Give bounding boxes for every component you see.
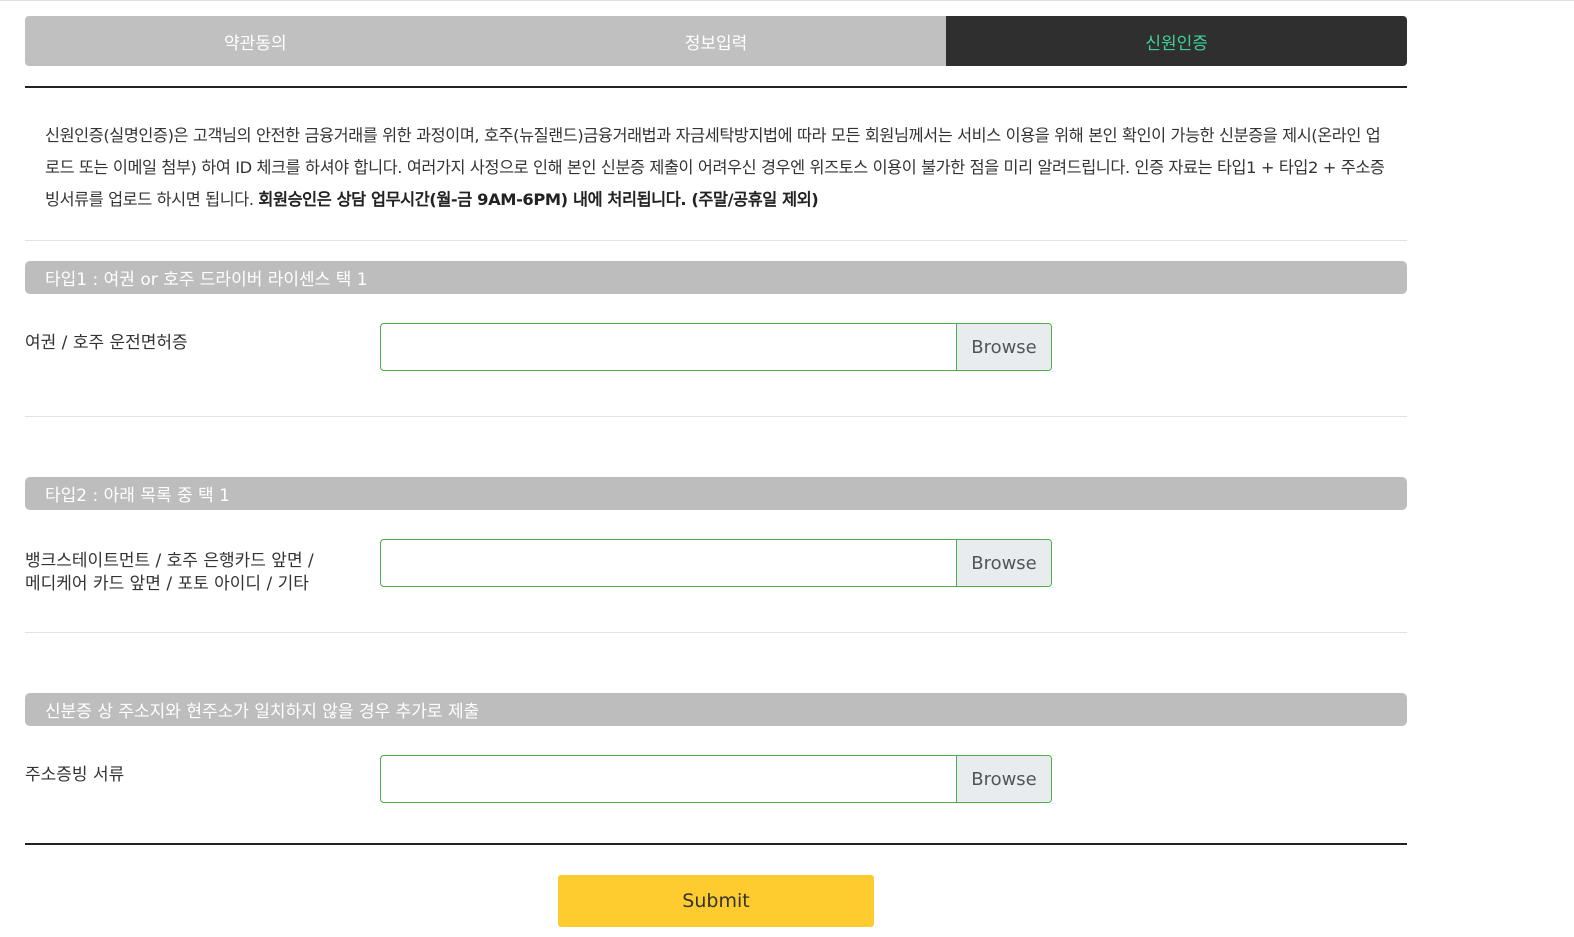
step-indicator: 약관동의 정보입력 신원인증 — [25, 16, 1407, 66]
verification-form: 약관동의 정보입력 신원인증 신원인증(실명인증)은 고객님의 안전한 금융거래… — [25, 16, 1407, 927]
upload-label-line1: 주소증빙 서류 — [25, 765, 125, 785]
upload-row-address: 주소증빙 서류 Browse — [25, 726, 1407, 843]
section-header-type1: 타입1 : 여권 or 호주 드라이버 라이센스 택 1 — [25, 261, 1407, 294]
file-upload-address: Browse — [380, 755, 1052, 803]
upload-row-type1: 여권 / 호주 운전면허증 Browse — [25, 294, 1407, 416]
submit-area: Submit — [25, 845, 1407, 927]
section-header-type2: 타입2 : 아래 목록 중 택 1 — [25, 477, 1407, 510]
upload-label-address: 주소증빙 서류 — [25, 764, 124, 787]
upload-label-line1: 뱅크스테이트먼트 / 호주 은행카드 앞면 / — [25, 551, 314, 571]
upload-label-type1: 여권 / 호주 운전면허증 — [25, 332, 188, 355]
upload-label-line1: 여권 / 호주 운전면허증 — [25, 333, 188, 353]
section-header-address: 신분증 상 주소지와 현주소가 일치하지 않을 경우 추가로 제출 — [25, 693, 1407, 726]
browse-button-address[interactable]: Browse — [956, 756, 1051, 802]
upload-label-line2: 메디케어 카드 앞면 / 포토 아이디 / 기타 — [25, 574, 309, 594]
top-border — [0, 0, 1574, 1]
upload-row-type2: 뱅크스테이트먼트 / 호주 은행카드 앞면 / 메디케어 카드 앞면 / 포토 … — [25, 510, 1407, 632]
intro-text: 신원인증(실명인증)은 고객님의 안전한 금융거래를 위한 과정이며, 호주(뉴… — [25, 88, 1407, 240]
step-terms-agreement: 약관동의 — [25, 16, 486, 66]
upload-label-type2: 뱅크스테이트먼트 / 호주 은행카드 앞면 / 메디케어 카드 앞면 / 포토 … — [25, 550, 314, 596]
intro-notice: 회원승인은 상담 업무시간(월-금 9AM-6PM) 내에 처리됩니다. (주말… — [258, 190, 819, 209]
step-identity-verification: 신원인증 — [946, 16, 1407, 66]
step-info-input: 정보입력 — [485, 16, 947, 66]
file-upload-type1: Browse — [380, 323, 1052, 371]
file-upload-type2: Browse — [380, 539, 1052, 587]
browse-button-type2[interactable]: Browse — [956, 540, 1051, 586]
file-path-input-type1[interactable] — [381, 324, 956, 370]
submit-button[interactable]: Submit — [558, 875, 874, 927]
browse-button-type1[interactable]: Browse — [956, 324, 1051, 370]
file-path-input-type2[interactable] — [381, 540, 956, 586]
file-path-input-address[interactable] — [381, 756, 956, 802]
